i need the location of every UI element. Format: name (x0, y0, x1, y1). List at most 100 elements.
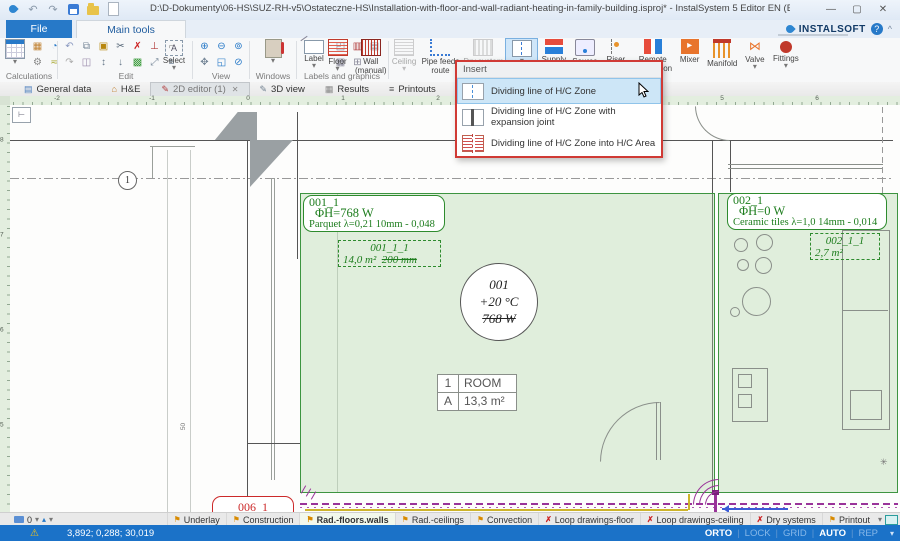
wall-line (152, 146, 153, 178)
insert-menu-item[interactable]: Dividing line of H/C Zone with expansion… (457, 104, 661, 130)
area-size: 14,0 m² (343, 254, 376, 266)
paste-icon[interactable]: ▣ (96, 39, 111, 53)
radiant-floor-button[interactable]: Floor▾ (322, 38, 353, 73)
cut-icon[interactable]: ✂ (113, 39, 128, 53)
doc-tab-results[interactable]: ▦Results (315, 82, 379, 96)
redo-icon[interactable]: ↷ (62, 55, 77, 69)
mode-separator: | (776, 528, 778, 539)
mode-auto[interactable]: AUTO (819, 528, 846, 539)
save-icon[interactable] (66, 2, 80, 16)
instalsoft-droplet-icon (784, 23, 795, 34)
close-button[interactable]: ✕ (870, 0, 896, 18)
pipe-006-label[interactable]: 006_1 (212, 496, 294, 512)
collapse-ribbon-button[interactable]: ^ (888, 24, 892, 34)
stove-burner (737, 259, 749, 271)
radiant-fittings-button[interactable]: Fittings▾ (770, 38, 801, 70)
calc-options-icon[interactable]: ▦ (30, 39, 45, 53)
doc-tab-3d-view[interactable]: ✎3D view (250, 82, 315, 96)
room-table[interactable]: 1ROOM A13,3 m² (437, 374, 517, 411)
array-icon[interactable]: ▩ (130, 55, 145, 69)
zoom-out-icon[interactable]: ⊖ (214, 39, 229, 53)
copy-icon[interactable]: ⧉ (79, 39, 94, 53)
room-number: 1 (438, 375, 459, 392)
doc-tab-h-e[interactable]: ⌂H&E (101, 82, 150, 96)
zoom-previous-icon[interactable]: ⊘ (231, 55, 246, 69)
supply-pipe-yellow[interactable] (305, 509, 688, 511)
layer-tab-label: Loop drawings-ceiling (657, 515, 744, 525)
move-down-icon[interactable]: ↓ (113, 55, 128, 69)
delete-icon[interactable]: ✗ (130, 39, 145, 53)
doc-tab-2d-editor-1-[interactable]: ✎ 2D editor (1) ✕ (150, 82, 249, 96)
section-mark (205, 112, 257, 140)
radiant-wall-button[interactable]: Wall(manual) (353, 38, 389, 76)
mirror-icon[interactable]: ◫ (79, 55, 94, 69)
insert-menu-item[interactable]: Dividing line of H/C Zone (457, 78, 661, 104)
zoom-extents-icon[interactable]: ⊚ (231, 39, 246, 53)
radiant-ceiling-button[interactable]: Ceiling▾ (389, 38, 420, 73)
warning-icon[interactable]: ⚠ (30, 528, 39, 539)
axis-bubble[interactable]: 1 (118, 171, 137, 190)
help-button[interactable]: ? (871, 23, 883, 35)
ruler-number: 5 (720, 95, 724, 102)
area-002-label[interactable]: 002_1_1 2,7 m² (810, 233, 880, 260)
ruler-origin-button[interactable]: ⊢ (12, 107, 31, 123)
file-tab[interactable]: File (6, 20, 72, 38)
zone-001-label[interactable]: 001_1 ΦH=768 W Parquet λ=0,21 10mm - 0,0… (303, 195, 445, 232)
area-size: 2,7 m² (815, 247, 875, 259)
supply-return-icon (545, 39, 563, 54)
drawing-canvas[interactable]: ⊢ (10, 105, 900, 512)
close-tab-icon[interactable]: ✕ (232, 85, 239, 94)
return-pipe-blue (722, 508, 788, 510)
group-label: Edit (96, 71, 156, 81)
stove-burner (756, 234, 773, 251)
windows-button[interactable]: ▾ (260, 39, 286, 71)
storey-down-button[interactable]: ▾ (49, 515, 53, 524)
radiant-valve-button[interactable]: ⋈Valve▾ (739, 38, 770, 71)
counter-divider (842, 310, 888, 311)
layer-overflow-button[interactable]: ▾ (878, 515, 882, 524)
zoom-window-icon[interactable]: ◱ (214, 55, 229, 69)
axis-line (882, 105, 883, 193)
doc-tab-icon: ▤ (24, 84, 33, 95)
statusbar-caret-icon[interactable]: ▾ (890, 529, 894, 538)
undo-icon[interactable]: ↶ (62, 39, 77, 53)
doc-tab-label: 2D editor (1) (173, 84, 226, 95)
layer-tab-label: Loop drawings-floor (555, 515, 634, 525)
calculations-button[interactable]: ▾ (2, 39, 28, 71)
radiant-manifold-button[interactable]: Manifold (705, 38, 739, 69)
display-settings-icon[interactable] (885, 515, 898, 525)
redo-icon[interactable]: ↷ (46, 2, 60, 16)
area-001-label[interactable]: 001_1_1 14,0 m² 200 mm (338, 240, 441, 267)
heating-pipe[interactable] (300, 503, 898, 505)
new-file-icon[interactable] (106, 2, 120, 16)
doc-tab-general-data[interactable]: ▤General data (14, 82, 101, 96)
calc-data-check-icon[interactable]: ⚙ (30, 55, 45, 69)
room-data-bubble[interactable]: 001 +20 °C 768 W (460, 263, 538, 341)
zoom-in-icon[interactable]: ⊕ (197, 39, 212, 53)
snowflake-symbol: ✳ (880, 457, 888, 468)
radiant-button-label: Manifold (707, 59, 737, 68)
pan-icon[interactable]: ✥ (197, 55, 212, 69)
storey-up-button[interactable]: ▴ (42, 515, 46, 524)
zone-finish: Ceramic tiles λ=1,0 14mm - 0,014 (733, 217, 881, 228)
brand-block: INSTALSOFT ? ^ (786, 20, 892, 38)
dry-plate-icon (473, 39, 493, 56)
align-v-icon[interactable]: ↕ (96, 55, 111, 69)
undo-icon[interactable]: ↶ (26, 2, 40, 16)
mode-grid[interactable]: GRID (783, 528, 807, 539)
maximize-button[interactable]: ▢ (844, 0, 870, 18)
main-tools-tab[interactable]: Main tools (76, 20, 186, 38)
doc-tab-icon: ✎ (161, 84, 169, 95)
mode-rep[interactable]: REP (858, 528, 878, 539)
doc-tab-printouts[interactable]: ≡Printouts (379, 82, 446, 96)
window-line (728, 168, 883, 169)
mode-lock[interactable]: LOCK (745, 528, 771, 539)
insert-menu-item[interactable]: Dividing line of H/C Zone into H/C Area (457, 130, 661, 156)
minimize-button[interactable]: — (818, 0, 844, 18)
storey-dropdown-icon[interactable]: ▾ (35, 515, 39, 524)
open-icon[interactable] (86, 2, 100, 16)
zone-002-label[interactable]: 002_1 ΦH=0 W Ceramic tiles λ=1,0 14mm - … (727, 193, 887, 230)
radiant-mixer-button[interactable]: ▸Mixer (674, 38, 705, 65)
mode-orto[interactable]: ORTO (705, 528, 732, 539)
select-button[interactable]: A Select ▾ (160, 39, 188, 71)
